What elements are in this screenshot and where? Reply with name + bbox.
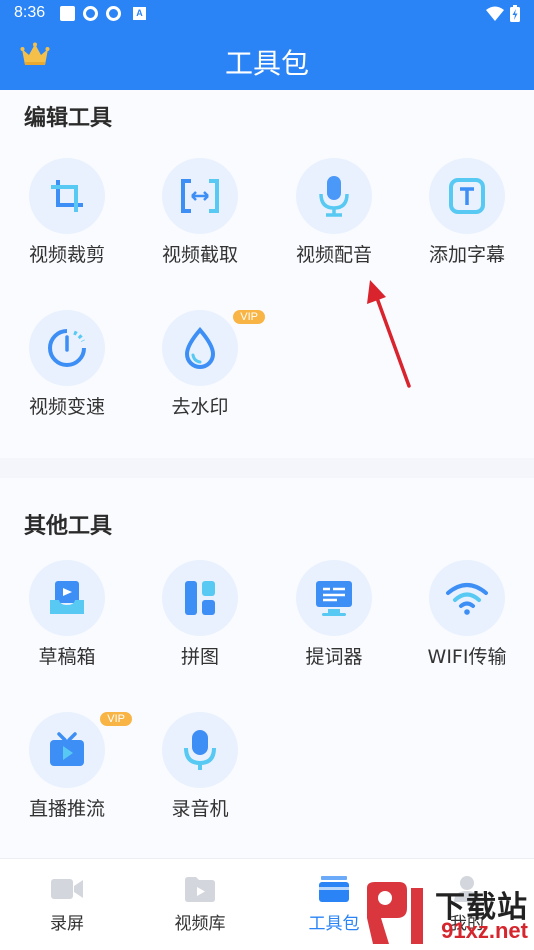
collage-icon: [185, 581, 215, 615]
microphone-icon: [319, 176, 349, 217]
section-title-other-tools: 其他工具: [24, 514, 113, 539]
tool-collage[interactable]: 拼图: [133, 560, 267, 669]
tool-video-dubbing[interactable]: 视频配音: [267, 158, 401, 267]
tool-add-subtitle[interactable]: 添加字幕: [400, 158, 534, 267]
edit-tools-section: 编辑工具 视频裁剪 视频截取 视频配音 添加字幕 视频变速 VIP 去水印: [0, 90, 534, 458]
wifi-signal-icon: [486, 6, 504, 21]
speed-icon: [48, 329, 86, 367]
tool-recorder[interactable]: 录音机: [133, 712, 267, 821]
teleprompter-icon: [316, 581, 352, 616]
status-time: 8:36: [14, 4, 46, 21]
notification-a-icon: A: [133, 7, 146, 20]
title-bar: 工具包: [0, 28, 534, 90]
tool-video-speed[interactable]: 视频变速: [0, 310, 134, 419]
subtitle-icon: [449, 178, 485, 214]
tool-label: 草稿箱: [38, 646, 96, 668]
video-library-icon: [185, 877, 215, 902]
page-title: 工具包: [224, 47, 309, 80]
notification-app-icon: [83, 6, 98, 21]
recorder-mic-icon: [184, 730, 216, 770]
record-screen-icon: [51, 879, 83, 899]
tool-live-streaming[interactable]: VIP 直播推流: [0, 712, 134, 821]
crop-icon: [51, 180, 83, 212]
toolbox-icon: [319, 876, 349, 902]
wifi-icon: [446, 583, 488, 615]
tool-label: 提词器: [305, 646, 363, 668]
tool-drafts[interactable]: 草稿箱: [0, 560, 134, 669]
tool-label: 视频变速: [28, 396, 105, 418]
tool-video-trim[interactable]: 视频截取: [133, 158, 267, 267]
tool-label: 录音机: [171, 798, 229, 820]
notification-app-icon-2: [106, 6, 121, 21]
nav-item-record-screen[interactable]: 录屏: [0, 875, 134, 934]
status-bar: 8:36 A: [0, 0, 534, 28]
tool-video-crop[interactable]: 视频裁剪: [0, 158, 134, 267]
tool-label: 拼图: [180, 646, 219, 668]
notification-square-icon: [60, 6, 75, 21]
tool-teleprompter[interactable]: 提词器: [267, 560, 401, 669]
section-title-edit-tools: 编辑工具: [24, 106, 113, 131]
tool-label: 去水印: [171, 396, 229, 418]
tool-label: WIFI传输: [427, 646, 507, 668]
water-drop-icon: [184, 327, 216, 369]
tool-label: 视频裁剪: [28, 244, 105, 266]
watermark-domain: 91xz.net: [441, 918, 528, 943]
tool-remove-watermark[interactable]: VIP 去水印: [133, 310, 267, 419]
tool-label: 视频配音: [295, 244, 372, 266]
site-watermark: 下载站 91xz.net: [359, 878, 534, 950]
tool-wifi-transfer[interactable]: WIFI传输: [400, 560, 534, 669]
tool-label: 视频截取: [161, 244, 238, 266]
trim-icon: [181, 179, 219, 213]
nav-item-video-library[interactable]: 视频库: [133, 875, 267, 934]
live-tv-icon: [50, 732, 84, 766]
other-tools-section: 其他工具 草稿箱 拼图 提词器 WIFI传输 VIP 直播推流 录音机: [0, 478, 534, 858]
tool-label: 直播推流: [28, 798, 105, 820]
tool-label: 添加字幕: [428, 244, 505, 266]
watermark-logo-icon: [367, 882, 423, 944]
vip-badge: VIP: [100, 712, 132, 726]
vip-badge: VIP: [233, 310, 265, 324]
draft-icon: [50, 581, 84, 614]
battery-icon: [510, 5, 520, 22]
